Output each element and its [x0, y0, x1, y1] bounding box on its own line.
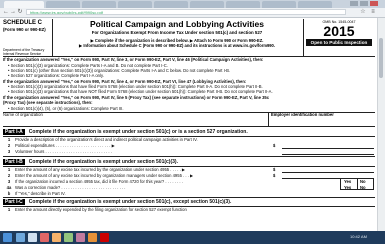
ein-field[interactable]: Employer identification number: [271, 112, 334, 117]
scrollbar-thumb[interactable]: [379, 38, 383, 78]
open-to-public-badge: Open to Public Inspection: [306, 39, 372, 46]
part-1c-line-1: 1 Enter the amount directly expended by t…: [3, 207, 375, 212]
volunteer-hours-input[interactable]: [282, 154, 374, 155]
line-number: 1: [7, 137, 11, 142]
divider: [52, 19, 53, 56]
part-1a-header: Part I-A Complete if the organization is …: [3, 129, 375, 135]
part-1c-label: Part I-C: [3, 199, 25, 205]
vertical-scrollbar[interactable]: [377, 18, 385, 231]
divider: [268, 112, 269, 126]
address-bar: ← → ↻ https://www.irs.gov/pub/irs-pdf/f9…: [0, 8, 385, 18]
form-year-block: OMB No. 1545-0047 2015 Open to Public In…: [306, 20, 372, 46]
part-1b-line-4b: b If "Yes," describe in Part IV.: [3, 191, 375, 196]
line-text: Provide a description of the organizatio…: [15, 137, 198, 142]
schedule-header: SCHEDULE C (Form 990 or 990-EZ): [3, 20, 49, 32]
close-icon[interactable]: [370, 1, 378, 6]
app-icon[interactable]: [64, 233, 73, 242]
divider: [303, 19, 304, 56]
intro-political-question: If the organization answered "Yes," on F…: [3, 57, 264, 62]
form-title: Political Campaign and Lobbying Activiti…: [90, 19, 264, 29]
browser-tab[interactable]: [82, 1, 116, 8]
browser-icon[interactable]: [28, 233, 37, 242]
intro-proxy-question-cont: (Proxy Tax) (see separate instructions),…: [3, 100, 93, 105]
browser-tab-active[interactable]: [4, 1, 44, 8]
part-1b-header: Part I-B Complete if the organization is …: [3, 159, 375, 165]
divider: [3, 156, 375, 157]
forward-icon[interactable]: →: [10, 9, 16, 15]
part-1a-line-1: 1 Provide a description of the organizati…: [3, 137, 375, 142]
menu-icon[interactable]: ≡: [370, 9, 376, 15]
tax-year: 2015: [323, 23, 355, 39]
back-icon[interactable]: ←: [3, 9, 9, 15]
browser-tab[interactable]: [154, 1, 188, 8]
line-number: 1: [7, 167, 11, 172]
app-icon[interactable]: [100, 233, 109, 242]
minimize-icon[interactable]: [350, 1, 358, 6]
form-subtitle: For Organizations Exempt From Income Tax…: [91, 30, 263, 35]
line-number: 4a: [6, 185, 12, 190]
pdf-document: SCHEDULE C (Form 990 or 990-EZ) Departme…: [0, 18, 385, 231]
browser-tab[interactable]: [262, 1, 296, 8]
form-instruction-2: ▶ Information about Schedule C (Form 990…: [79, 43, 275, 48]
line-number: 1: [7, 207, 11, 212]
maximize-icon[interactable]: [360, 1, 368, 6]
intro-bullet: • Section 527 organizations: Complete Pa…: [8, 73, 104, 78]
part-1b-line-4a: 4a Was a correction made? . . . . . . . .…: [3, 185, 325, 190]
part-1c-title: Complete if the organization is exempt u…: [28, 199, 232, 205]
part-1b-title: Complete if the organization is exempt u…: [28, 159, 178, 165]
reload-icon[interactable]: ↻: [17, 9, 23, 15]
taskbar: 10:42 AM: [0, 231, 385, 244]
app-icon[interactable]: [88, 233, 97, 242]
line-text: If the organization incurred a section 4…: [15, 179, 183, 184]
browser-tab[interactable]: [298, 1, 332, 8]
star-icon[interactable]: ☆: [360, 9, 366, 15]
divider: [3, 126, 375, 127]
intro-bullet: • Section 501(c)(4), (5), or (6) organiz…: [8, 106, 124, 111]
browser-tab[interactable]: [226, 1, 260, 8]
app-icon[interactable]: [52, 233, 61, 242]
line-number: b: [7, 191, 11, 196]
line-text: Enter the amount of any excise tax incur…: [15, 167, 186, 172]
line-text: Was a correction made? . . . . . . . . .…: [15, 185, 126, 190]
intro-bullet: • Section 501(c)(3) organizations that h…: [8, 89, 273, 94]
line-text: Enter the amount of any excise tax incur…: [15, 173, 194, 178]
browser-tab[interactable]: [118, 1, 152, 8]
explorer-icon[interactable]: [16, 233, 25, 242]
browser-tab[interactable]: [190, 1, 224, 8]
divider: [357, 178, 358, 190]
divider: [3, 197, 375, 198]
line-text: If "Yes," describe in Part IV.: [15, 191, 66, 196]
part-1b-line-3: 3 If the organization incurred a section …: [3, 179, 325, 184]
department-label: Department of the Treasury Internal Reve…: [3, 48, 44, 56]
url-input[interactable]: https://www.irs.gov/pub/irs-pdf/f990sc.p…: [26, 9, 346, 15]
browser-tab-strip: [0, 0, 385, 8]
part-1a-label: Part I-A: [3, 129, 25, 135]
app-icon[interactable]: [40, 233, 49, 242]
line-number: 3: [7, 179, 11, 184]
schedule-title: SCHEDULE C: [3, 20, 43, 26]
line-number: 3: [7, 149, 11, 154]
dollar-sign: $: [273, 143, 276, 148]
dollar-sign: $: [273, 173, 276, 178]
form-reference: (Form 990 or 990-EZ): [3, 27, 46, 32]
part-1c-header: Part I-C Complete if the organization is …: [3, 199, 375, 205]
part-1b-label: Part I-B: [3, 159, 25, 165]
clock[interactable]: 10:42 AM: [350, 234, 367, 239]
line-number: 2: [7, 173, 11, 178]
line-text: Enter the amount directly expended by th…: [15, 207, 187, 212]
browser-tab[interactable]: [46, 1, 80, 8]
app-icon[interactable]: [76, 233, 85, 242]
dollar-sign: $: [273, 167, 276, 172]
part-1a-title: Complete if the organization is exempt u…: [28, 129, 248, 135]
line-text: Volunteer hours . . . . . . . . . . . . …: [15, 149, 112, 154]
start-icon[interactable]: [3, 233, 12, 242]
form-title-block: Political Campaign and Lobbying Activiti…: [52, 19, 302, 48]
line-text: Political expenditures . . . . . . . . .…: [15, 143, 115, 148]
line-number: 2: [7, 143, 11, 148]
